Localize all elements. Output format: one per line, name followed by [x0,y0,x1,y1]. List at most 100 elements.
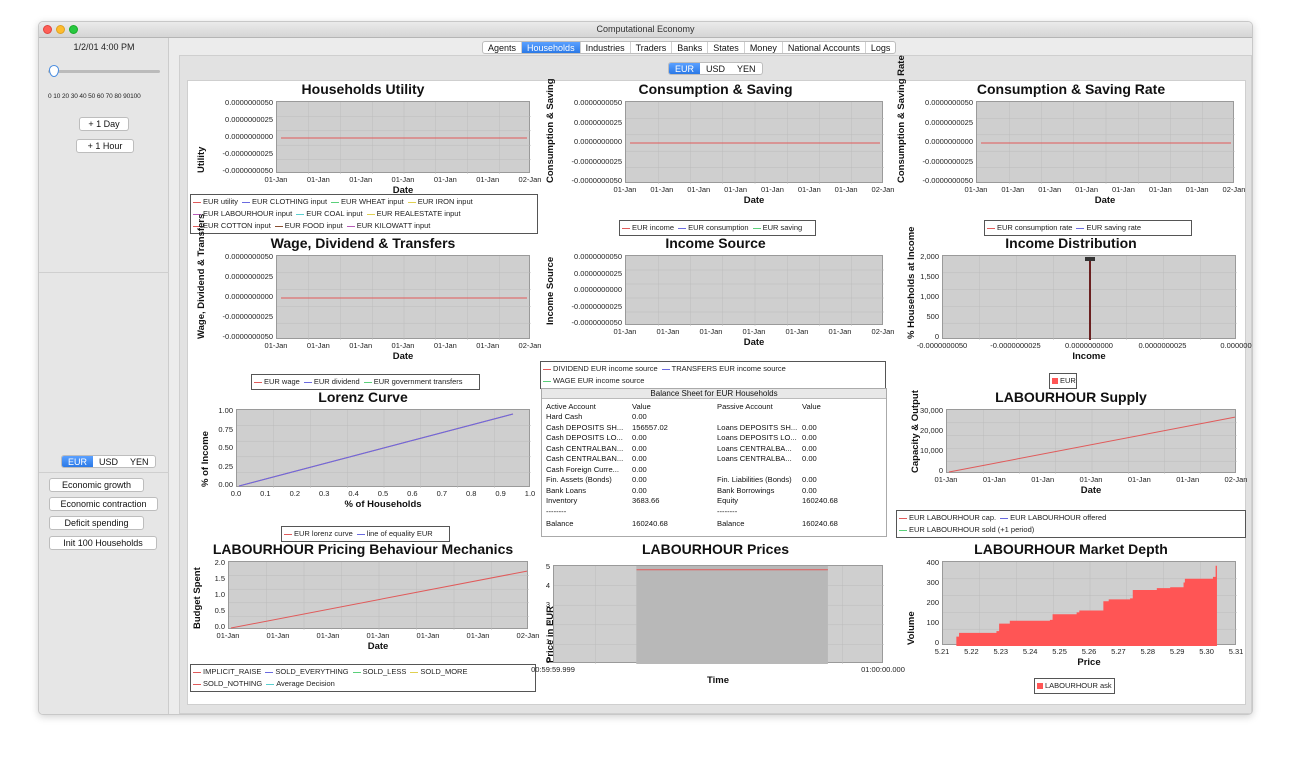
pricing-legend-item: IMPLICIT_RAISE [193,666,261,678]
utility-legend-swatch [366,213,375,215]
distribution-plot-area [942,255,1237,340]
distribution-legend-row: EUR [1052,375,1076,387]
utility-legend-swatch [193,201,201,203]
depth-y-tick: 0 [934,638,939,647]
lorenz-x-tick: 0.2 [289,489,301,498]
consumption-x-tick: 01-Jan [650,185,674,194]
prices-y-label: Price in EUR [545,605,556,663]
tab-eur[interactable]: EUR [669,63,701,74]
labour_supply-title: LABOURHOUR Supply [995,389,1147,405]
distribution-y-tick: 2,000 [920,252,939,261]
income_source-legend-row: DIVIDEND EUR income source TRANSFERS EUR … [543,363,883,375]
utility-x-tick: 01-Jan [391,175,415,184]
init-households-button[interactable]: Init 100 Households [49,536,157,550]
tab-households[interactable]: Households [522,42,581,53]
consumption-legend-label: EUR consumption [688,223,749,232]
pricing-plot-svg [229,562,529,630]
tab-yen[interactable]: YEN [731,63,762,74]
distribution-y-tick: 1,500 [920,272,939,281]
consumption-x-tick: 02-Jan [871,185,895,194]
lorenz-y-tick: 0.50 [218,443,233,452]
tab-national-accounts[interactable]: National Accounts [783,42,866,53]
lorenz-x-tick: 0.8 [465,489,477,498]
wage-x-tick: 01-Jan [391,341,415,350]
income_source-x-label: Date [743,337,765,348]
wage-legend-item: EUR wage [254,376,300,388]
balance-sheet-cell: 0.00 [632,475,647,484]
rate-x-tick: 01-Jan [1148,185,1172,194]
tab-traders[interactable]: Traders [631,42,673,53]
wage-legend-item: EUR dividend [303,376,360,388]
income_source-legend-label: DIVIDEND EUR income source [553,364,658,373]
labour_supply-x-label: Date [1080,485,1102,496]
sidebar-tab-eur[interactable]: EUR [62,456,94,467]
balance-sheet-cell: -------- [717,506,738,516]
balance-sheet-cell: Hard Cash [546,412,583,421]
tab-usd[interactable]: USD [700,63,731,74]
economic-contraction-button[interactable]: Economic contraction [49,497,158,511]
labour_supply-plot-area [946,409,1237,474]
rate-y-tick: 0.0000000050 [925,98,973,107]
consumption-legend-label: EUR saving [762,223,803,232]
income_source-y-tick: 0.0000000050 [574,252,622,261]
balance-sheet-cell: Cash Foreign Curre... [546,464,620,474]
rate-y-tick: -0.0000000025 [922,156,973,166]
utility-title: Households Utility [301,81,425,97]
utility-legend: EUR utility EUR CLOTHING input EUR WHEAT i… [190,194,538,234]
lorenz-y-tick: 0.75 [218,424,233,434]
app-window: Computational Economy 1/2/01 4:00 PM 0 1… [38,21,1253,715]
depth-legend: LABOURHOUR ask [1034,678,1115,694]
window-title: Computational Economy [596,24,695,34]
balance-sheet-header: Passive Account [717,402,773,411]
consumption-x-label: Date [743,195,765,206]
balance-sheet-cell: 0.00 [802,485,817,495]
income_source-x-tick: 01-Jan [699,327,723,336]
consumption-x-tick: 01-Jan [834,185,858,194]
economic-growth-button[interactable]: Economic growth [49,478,144,492]
utility-legend-item: EUR KILOWATT input [346,220,431,232]
utility-legend-item: EUR utility [193,196,238,208]
utility-x-tick: 01-Jan [306,175,330,184]
balance-sheet-cell: Loans DEPOSITS LO... [717,433,797,442]
income_source-y-tick: -0.0000000050 [571,318,622,327]
wage-y-label: Wage, Dividend & Transfers [196,213,207,339]
rate-x-tick: 02-Jan [1222,185,1246,194]
wage-y-tick: -0.0000000050 [222,332,273,341]
depth-y-tick: 200 [926,598,939,607]
balance-sheet-cell: 160240.68 [632,519,668,528]
utility-legend-label: EUR KILOWATT input [356,221,431,230]
wage-plot-svg [277,256,531,340]
lorenz-x-tick: 0.1 [260,489,271,498]
tab-logs[interactable]: Logs [866,42,896,53]
time-slider[interactable] [48,65,160,81]
pricing-legend-item: Average Decision [266,678,335,690]
sidebar-tab-usd[interactable]: USD [93,456,124,467]
income_source-legend-swatch [543,380,551,382]
consumption-legend-row: EUR income EUR consumption EUR saving [622,222,813,234]
utility-panel: Households Utility 0.0000000050 0.00000000… [188,81,541,234]
distribution-y-tick: 0 [934,332,939,341]
tab-states[interactable]: States [708,42,745,53]
lorenz-x-tick: 0.0 [230,489,242,498]
labour_supply-legend-label: EUR LABOURHOUR sold (+1 period) [909,525,1035,534]
prices-panel: LABOURHOUR Prices 5 4 3 2 1 0 00:59:59.999 01:00… [531,541,905,691]
depth-x-tick: 5.29 [1169,647,1185,656]
lorenz-legend-swatch [284,533,292,535]
pricing-y-tick: 2.0 [214,558,225,567]
distribution-bar [1089,260,1091,340]
add-day-button[interactable]: + 1 Day [79,117,129,131]
tab-money[interactable]: Money [745,42,783,53]
sidebar-tab-yen[interactable]: YEN [124,456,155,467]
lorenz-legend-swatch [356,533,365,535]
rate-legend-swatch [987,227,995,229]
deficit-spending-button[interactable]: Deficit spending [49,516,144,530]
consumption-x-tick: 01-Jan [687,185,711,194]
tab-banks[interactable]: Banks [672,42,709,53]
tab-agents[interactable]: Agents [483,42,523,53]
prices-plot-area [553,565,884,664]
utility-x-tick: 01-Jan [349,175,373,184]
slider-thumb[interactable] [49,65,59,77]
tab-industries[interactable]: Industries [581,42,631,53]
add-hour-button[interactable]: + 1 Hour [76,139,134,153]
depth-y-tick: 100 [926,618,939,627]
